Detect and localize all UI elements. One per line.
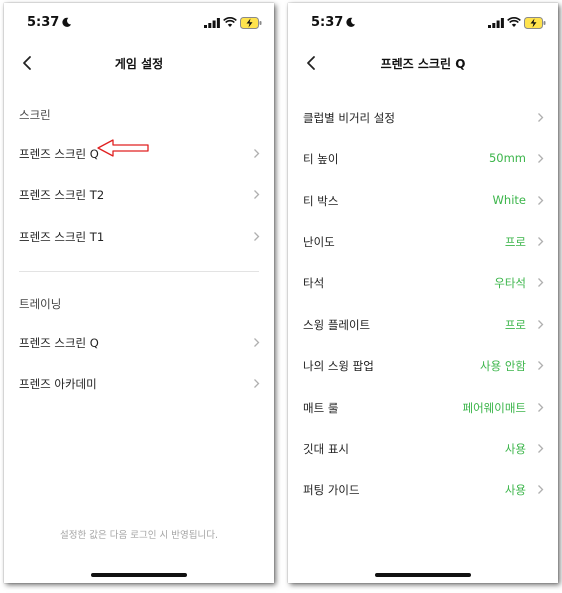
menu-item-label: 프렌즈 스크린 Q (19, 336, 99, 350)
moon-icon (62, 17, 72, 27)
battery-charging-icon (240, 17, 262, 29)
menu-item-friends-screen-t1[interactable]: 프렌즈 스크린 T1 (4, 222, 274, 250)
menu-item-training-friends-screen-q[interactable]: 프렌즈 스크린 Q (4, 328, 274, 356)
setting-value: 사용 (504, 442, 526, 456)
setting-swing-plate[interactable]: 스윙 플레이트 프로 (288, 310, 558, 338)
setting-label: 티 박스 (303, 194, 339, 208)
chevron-right-icon (538, 154, 544, 163)
battery-charging-icon (524, 17, 546, 29)
menu-item-label: 프렌즈 스크린 T2 (19, 188, 105, 202)
status-bar: 5:37 (288, 15, 558, 33)
signal-icon (488, 18, 504, 28)
home-indicator (375, 573, 471, 577)
chevron-right-icon (538, 403, 544, 412)
setting-value: White (492, 193, 526, 207)
menu-item-friends-screen-t2[interactable]: 프렌즈 스크린 T2 (4, 180, 274, 208)
signal-icon (204, 18, 220, 28)
setting-label: 클럽별 비거리 설정 (303, 111, 395, 125)
menu-item-label: 프렌즈 스크린 Q (19, 147, 99, 161)
nav-header: 게임 설정 (4, 51, 274, 75)
setting-label: 퍼팅 가이드 (303, 483, 360, 497)
chevron-right-icon (538, 485, 544, 494)
chevron-right-icon (254, 338, 260, 347)
setting-label: 난이도 (303, 235, 335, 249)
wifi-icon (507, 17, 521, 27)
red-arrow-annotation (97, 139, 149, 157)
menu-item-friends-academy[interactable]: 프렌즈 아카데미 (4, 369, 274, 397)
moon-icon (346, 17, 356, 27)
chevron-right-icon (538, 444, 544, 453)
setting-my-swing-popup[interactable]: 나의 스윙 팝업 사용 안함 (288, 351, 558, 379)
setting-tee-box[interactable]: 티 박스 White (288, 186, 558, 214)
chevron-right-icon (538, 196, 544, 205)
setting-label: 매트 룰 (303, 401, 339, 415)
setting-flag-display[interactable]: 깃대 표시 사용 (288, 434, 558, 462)
left-screen: 5:37 게임 설정 스크린 프렌즈 스크린 Q 프렌즈 스크린 T2 프렌즈 … (4, 3, 274, 583)
setting-difficulty[interactable]: 난이도 프로 (288, 227, 558, 255)
chevron-right-icon (538, 361, 544, 370)
chevron-right-icon (538, 113, 544, 122)
setting-stance[interactable]: 타석 우타석 (288, 268, 558, 296)
setting-value: 사용 안함 (480, 359, 526, 373)
setting-label: 나의 스윙 팝업 (303, 359, 374, 373)
chevron-right-icon (538, 237, 544, 246)
chevron-right-icon (254, 232, 260, 241)
setting-value: 프로 (504, 235, 526, 249)
setting-putting-guide[interactable]: 퍼팅 가이드 사용 (288, 475, 558, 503)
status-time: 5:37 (311, 15, 344, 30)
setting-label: 티 높이 (303, 152, 339, 166)
menu-item-label: 프렌즈 스크린 T1 (19, 230, 105, 244)
chevron-right-icon (538, 278, 544, 287)
wifi-icon (223, 17, 237, 27)
section-header-training: 트레이닝 (19, 297, 62, 311)
status-time: 5:37 (27, 15, 60, 30)
setting-label: 스윙 플레이트 (303, 318, 371, 332)
setting-value: 사용 (504, 483, 526, 497)
setting-mat-rule[interactable]: 매트 룰 페어웨이매트 (288, 393, 558, 421)
page-title: 게임 설정 (114, 57, 164, 71)
footer-note: 설정한 값은 다음 로그인 시 반영됩니다. (60, 530, 218, 541)
setting-label: 타석 (303, 276, 325, 290)
home-indicator (91, 573, 187, 577)
setting-value: 50mm (488, 151, 526, 165)
setting-label: 깃대 표시 (303, 442, 349, 456)
chevron-right-icon (254, 149, 260, 158)
setting-value: 페어웨이매트 (462, 401, 526, 415)
chevron-right-icon (254, 379, 260, 388)
section-header-screen: 스크린 (19, 108, 51, 122)
page-title: 프렌즈 스크린 Q (380, 57, 466, 71)
setting-value: 프로 (504, 318, 526, 332)
setting-club-distance[interactable]: 클럽별 비거리 설정 (288, 103, 558, 131)
right-screen: 5:37 프렌즈 스크린 Q 클럽별 비거리 설정 티 높이 50mm 티 박스… (288, 3, 558, 583)
menu-item-label: 프렌즈 아카데미 (19, 377, 97, 391)
status-bar: 5:37 (4, 15, 274, 33)
section-divider (19, 271, 259, 272)
setting-value: 우타석 (494, 276, 526, 290)
setting-tee-height[interactable]: 티 높이 50mm (288, 144, 558, 172)
chevron-right-icon (538, 320, 544, 329)
chevron-right-icon (254, 190, 260, 199)
nav-header: 프렌즈 스크린 Q (288, 51, 558, 75)
